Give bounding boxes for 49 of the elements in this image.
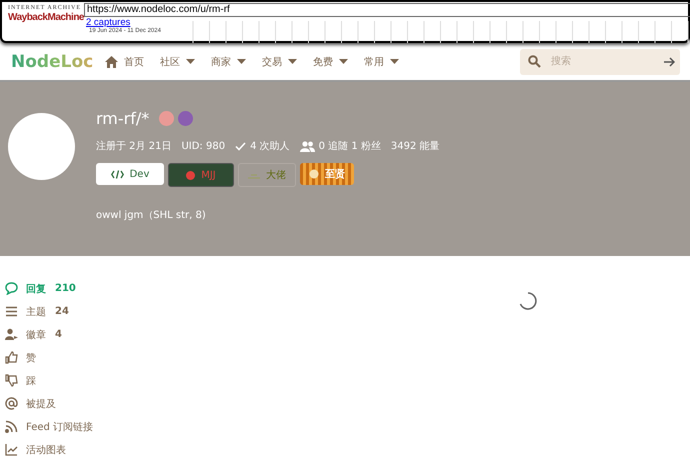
badge-icon xyxy=(159,111,174,126)
sidebar-item[interactable]: 徽章 4 xyxy=(5,323,205,346)
url-field[interactable]: https://www.nodeloc.com/u/rm-rf xyxy=(84,3,690,17)
thumbs-up-icon xyxy=(5,351,18,364)
chart-icon xyxy=(5,443,18,456)
username: rm-rf/* xyxy=(96,109,150,128)
caret-icon xyxy=(390,59,399,64)
nav-link[interactable]: 交易 xyxy=(262,54,297,68)
caret-icon xyxy=(288,59,297,64)
user-badge[interactable]: Dev xyxy=(96,163,164,185)
sidebar-item[interactable]: 主题 24 xyxy=(5,300,205,323)
sidebar-item[interactable]: 活动图表 xyxy=(5,438,205,461)
wayback-logo[interactable]: WaybackMachine xyxy=(8,11,84,25)
search-icon xyxy=(528,55,541,68)
nav-link[interactable]: 首页 xyxy=(105,54,144,68)
stat-text: UID: 980 xyxy=(181,140,226,152)
search-field[interactable]: 搜索 xyxy=(520,48,680,74)
caret-icon xyxy=(186,59,195,64)
user-bio: owwl jgm（SHL str, 8) xyxy=(96,209,207,222)
nav-link[interactable]: 社区 xyxy=(160,54,195,68)
nav-link[interactable]: 常用 xyxy=(364,54,399,68)
user-badge[interactable]: 至贤 xyxy=(300,163,354,185)
sidebar-item[interactable]: 赞 xyxy=(5,346,205,369)
user-icon xyxy=(5,328,18,341)
sidebar-item[interactable]: 踩 xyxy=(5,369,205,392)
sidebar-item[interactable]: 被提及 xyxy=(5,392,205,415)
stat-text: 0 追随 1 粉丝 xyxy=(318,140,381,153)
arrow-icon xyxy=(664,56,675,66)
caret-icon xyxy=(339,59,348,64)
home-icon xyxy=(105,56,118,68)
badge-icon xyxy=(178,111,194,126)
captures-link[interactable]: 2 captures xyxy=(86,17,187,28)
loading-spinner xyxy=(518,291,538,311)
speech-bubble-icon xyxy=(5,282,18,295)
stat-text: 4 次助人 xyxy=(250,140,290,153)
stat-text: 3492 能量 xyxy=(390,140,440,153)
users-icon xyxy=(300,140,315,152)
sidebar-item[interactable]: 回复 210 xyxy=(5,277,205,300)
nav-link[interactable]: 免费 xyxy=(313,54,348,68)
check-icon xyxy=(235,142,246,150)
at-sign-icon xyxy=(5,397,18,410)
list-icon xyxy=(5,305,18,318)
rss-icon xyxy=(5,420,18,433)
nav-link[interactable]: 商家 xyxy=(211,54,246,68)
sidebar-item[interactable]: Feed 订阅链接 xyxy=(5,415,205,438)
stat-text: 注册于 2月 21日 xyxy=(96,140,172,153)
thumbs-down-icon xyxy=(5,374,18,387)
search-input[interactable]: 搜索 xyxy=(549,55,656,68)
caret-icon xyxy=(237,59,246,64)
